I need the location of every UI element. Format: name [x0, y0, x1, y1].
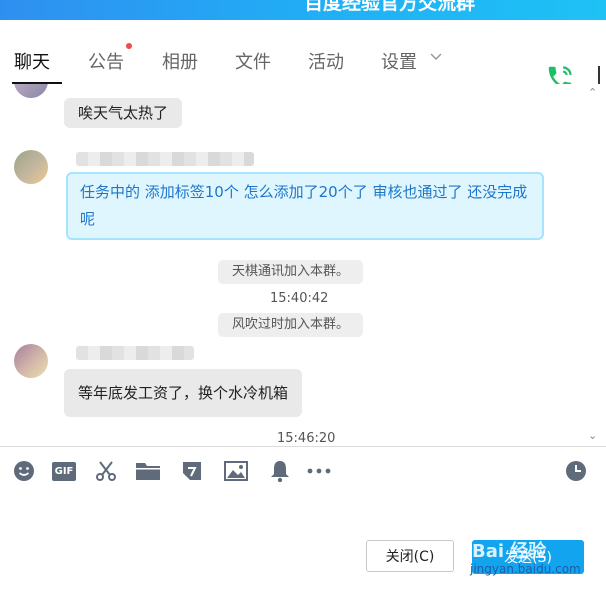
tab-settings[interactable]: 设置 — [381, 48, 417, 74]
timestamp: 15:46:20 — [277, 431, 336, 446]
send-button[interactable]: 发送(S) — [472, 540, 584, 574]
emoji-icon[interactable] — [11, 458, 37, 484]
scroll-up-arrow-icon[interactable]: ⌃ — [588, 86, 597, 99]
scissors-icon[interactable] — [93, 458, 119, 484]
message-bubble: 等年底发工资了，换个水冷机箱 — [64, 369, 303, 417]
history-clock-icon[interactable] — [563, 458, 589, 484]
tab-chat[interactable]: 聊天 — [14, 48, 50, 74]
title-bar: 百度经验官方交流群 — [0, 0, 606, 20]
gif-icon[interactable]: GIF — [51, 458, 77, 484]
avatar[interactable] — [14, 344, 48, 378]
message-bubble-highlighted: 任务中的 添加标签10个 怎么添加了20个了 审核也通过了 还没完成呢 — [66, 172, 544, 240]
system-notice: 天棋通讯加入本群。 — [218, 260, 364, 284]
close-button[interactable]: 关闭(C) — [366, 540, 454, 572]
message-input-area[interactable]: 关闭(C) 发送(S) — [0, 493, 606, 589]
tab-album[interactable]: 相册 — [162, 48, 198, 74]
system-notice: 风吹过时加入本群。 — [218, 313, 364, 337]
input-toolbar: GIF — [0, 447, 606, 493]
announcement-badge-dot — [126, 43, 132, 49]
scroll-down-arrow-icon[interactable]: ⌄ — [588, 429, 597, 442]
tab-activity[interactable]: 活动 — [308, 48, 344, 74]
folder-icon[interactable] — [135, 458, 161, 484]
message-bubble: 唉天气太热了 — [64, 98, 183, 128]
sender-name-blurred — [76, 152, 254, 166]
tab-files[interactable]: 文件 — [235, 48, 271, 74]
sender-name-blurred — [76, 346, 194, 360]
tab-announcement[interactable]: 公告 — [88, 48, 124, 74]
avatar[interactable] — [14, 150, 48, 184]
avatar[interactable] — [14, 84, 48, 98]
panel-edge — [598, 66, 600, 86]
bell-icon[interactable] — [267, 458, 293, 484]
sticker-icon[interactable] — [179, 458, 205, 484]
gif-label: GIF — [51, 461, 77, 481]
timestamp: 15:40:42 — [270, 291, 329, 306]
window-title: 百度经验官方交流群 — [304, 0, 476, 14]
image-icon[interactable] — [223, 458, 249, 484]
chat-message-list[interactable]: ⌃ ⌄ 唉天气太热了 任务中的 添加标签10个 怎么添加了20个了 审核也通过了… — [0, 84, 606, 446]
more-icon[interactable] — [306, 458, 332, 484]
tab-bar: 聊天 公告 相册 文件 活动 设置 — [0, 20, 606, 90]
chevron-down-icon[interactable] — [430, 53, 442, 61]
